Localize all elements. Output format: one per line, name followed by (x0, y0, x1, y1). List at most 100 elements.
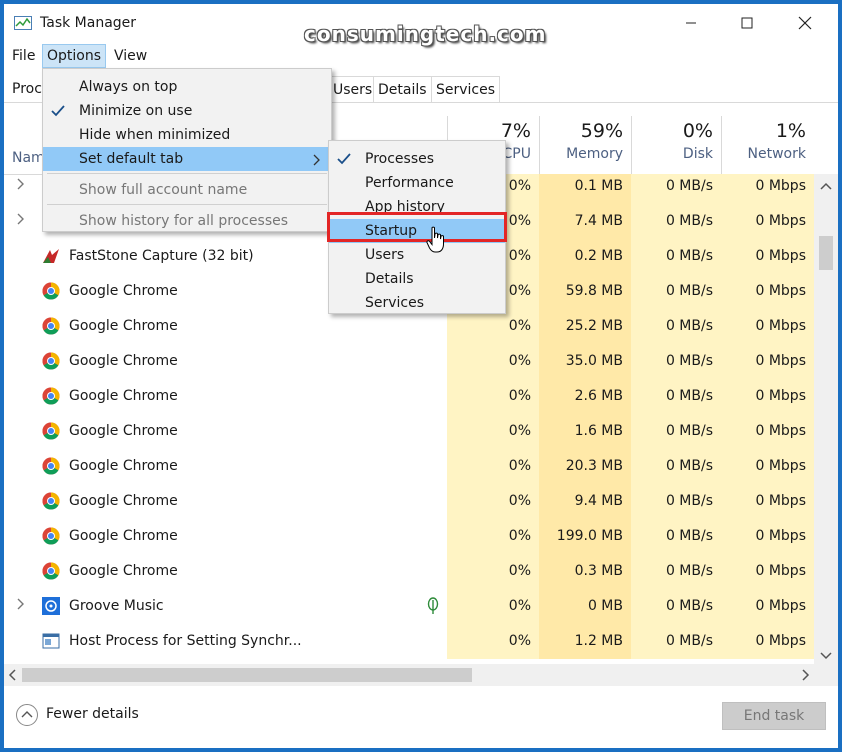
tab-processes[interactable]: Proc (8, 76, 46, 102)
scroll-left-icon[interactable] (8, 669, 16, 681)
cpu-cell: 0% (447, 344, 539, 379)
faststone-icon (43, 249, 59, 263)
default-tab-option[interactable]: Users (329, 243, 505, 267)
menu-item-label: Show full account name (79, 182, 248, 198)
memory-cell: 2.6 MB (539, 379, 631, 414)
chrome-icon (42, 457, 60, 475)
window-title: Task Manager (40, 15, 137, 31)
menu-item-label: Users (365, 247, 405, 263)
network-cell: 0 Mbps (721, 414, 814, 449)
default-tab-option[interactable]: Services (329, 291, 505, 315)
network-percent: 1% (775, 120, 806, 142)
disk-cell: 0 MB/s (631, 174, 721, 204)
table-row[interactable]: Google Chrome 0% 9.4 MB 0 MB/s 0 Mbps (4, 484, 814, 519)
table-row[interactable]: Google Chrome 0% 2.6 MB 0 MB/s 0 Mbps (4, 379, 814, 414)
host-process-icon (42, 633, 60, 649)
process-name: Google Chrome (69, 388, 178, 404)
table-row[interactable]: Google Chrome 0% 35.0 MB 0 MB/s 0 Mbps (4, 344, 814, 379)
header-memory[interactable]: 59% Memory (539, 116, 631, 174)
end-task-button[interactable]: End task (722, 702, 826, 730)
disk-cell: 0 MB/s (631, 484, 721, 519)
groove-icon (42, 597, 60, 615)
scroll-down-icon[interactable] (820, 652, 832, 660)
network-cell: 0 Mbps (721, 624, 814, 659)
cpu-cell: 0% (447, 379, 539, 414)
table-row[interactable]: Groove Music 0% 0 MB 0 MB/s 0 Mbps (4, 589, 814, 624)
memory-cell: 25.2 MB (539, 309, 631, 344)
horizontal-scroll-thumb[interactable] (22, 668, 472, 682)
footer: Fewer details End task (4, 686, 838, 748)
cpu-cell: 0% (447, 484, 539, 519)
tab-details[interactable]: Details (373, 76, 432, 102)
scroll-up-icon[interactable] (820, 182, 832, 190)
disk-cell: 0 MB/s (631, 519, 721, 554)
memory-cell: 9.4 MB (539, 484, 631, 519)
chevron-right-icon[interactable] (16, 212, 26, 226)
checkmark-icon (337, 153, 351, 165)
vertical-scrollbar[interactable] (814, 174, 838, 664)
memory-cell: 1.6 MB (539, 414, 631, 449)
network-cell: 0 Mbps (721, 239, 814, 274)
process-name: Google Chrome (69, 458, 178, 474)
horizontal-scrollbar[interactable] (4, 664, 838, 686)
network-cell: 0 Mbps (721, 589, 814, 624)
table-row[interactable]: Google Chrome 0% 0.3 MB 0 MB/s 0 Mbps (4, 554, 814, 589)
menu-item-label: Always on top (79, 79, 178, 95)
hand-cursor-icon (426, 226, 444, 253)
network-cell: 0 Mbps (721, 484, 814, 519)
options-menu-item[interactable]: Minimize on use (43, 99, 331, 123)
scroll-right-icon[interactable] (802, 669, 810, 681)
table-row[interactable]: Google Chrome 0% 1.6 MB 0 MB/s 0 Mbps (4, 414, 814, 449)
tab-users[interactable]: Users (328, 76, 378, 102)
menu-item-label: Performance (365, 175, 454, 191)
menu-view[interactable]: View (110, 44, 151, 68)
header-network[interactable]: 1% Network (721, 116, 814, 174)
network-cell: 0 Mbps (721, 344, 814, 379)
table-row[interactable]: Google Chrome 0% 20.3 MB 0 MB/s 0 Mbps (4, 449, 814, 484)
efficiency-leaf-icon (427, 597, 439, 614)
cpu-cell: 0% (447, 519, 539, 554)
disk-cell: 0 MB/s (631, 624, 721, 659)
chrome-icon (42, 562, 60, 580)
options-menu-item[interactable]: Set default tab (43, 147, 331, 171)
disk-cell: 0 MB/s (631, 344, 721, 379)
disk-cell: 0 MB/s (631, 274, 721, 309)
memory-cell: 0.2 MB (539, 239, 631, 274)
chrome-icon (42, 317, 60, 335)
chevron-right-icon[interactable] (16, 597, 26, 611)
memory-percent: 59% (580, 120, 623, 142)
process-name: Host Process for Setting Synchr... (69, 633, 302, 649)
options-menu-item[interactable]: Hide when minimized (43, 123, 331, 147)
vertical-scroll-thumb[interactable] (819, 236, 833, 270)
default-tab-option[interactable]: Processes (329, 147, 505, 171)
default-tab-option[interactable]: Details (329, 267, 505, 291)
fewer-details-link[interactable]: Fewer details (46, 706, 139, 722)
cpu-cell: 0% (447, 589, 539, 624)
options-menu-item[interactable]: Always on top (43, 75, 331, 99)
tab-services[interactable]: Services (431, 76, 501, 102)
network-cell: 0 Mbps (721, 554, 814, 589)
header-disk[interactable]: 0% Disk (631, 116, 721, 174)
process-name: Google Chrome (69, 318, 178, 334)
menu-item-label: Services (365, 295, 425, 311)
memory-cell: 35.0 MB (539, 344, 631, 379)
chevron-right-icon[interactable] (16, 177, 26, 191)
menu-options[interactable]: Options (42, 44, 107, 68)
title-bar: Task Manager consumingtech.com (4, 4, 838, 46)
default-tab-option[interactable]: Performance (329, 171, 505, 195)
minimize-button[interactable] (668, 4, 714, 42)
menu-file[interactable]: File (8, 44, 39, 68)
process-name: Google Chrome (69, 528, 178, 544)
header-name[interactable]: Nam (12, 150, 45, 166)
options-menu-item: Show full account name (43, 178, 331, 202)
table-row[interactable]: Google Chrome 0% 199.0 MB 0 MB/s 0 Mbps (4, 519, 814, 554)
process-name: Google Chrome (69, 353, 178, 369)
disk-cell: 0 MB/s (631, 239, 721, 274)
table-row[interactable]: Host Process for Setting Synchr... 0% 1.2 … (4, 624, 814, 659)
chevron-right-icon (313, 154, 320, 166)
chevron-up-circle-icon[interactable] (16, 704, 38, 726)
close-button[interactable] (782, 4, 828, 42)
disk-cell: 0 MB/s (631, 414, 721, 449)
network-cell: 0 Mbps (721, 449, 814, 484)
maximize-button[interactable] (724, 4, 770, 42)
